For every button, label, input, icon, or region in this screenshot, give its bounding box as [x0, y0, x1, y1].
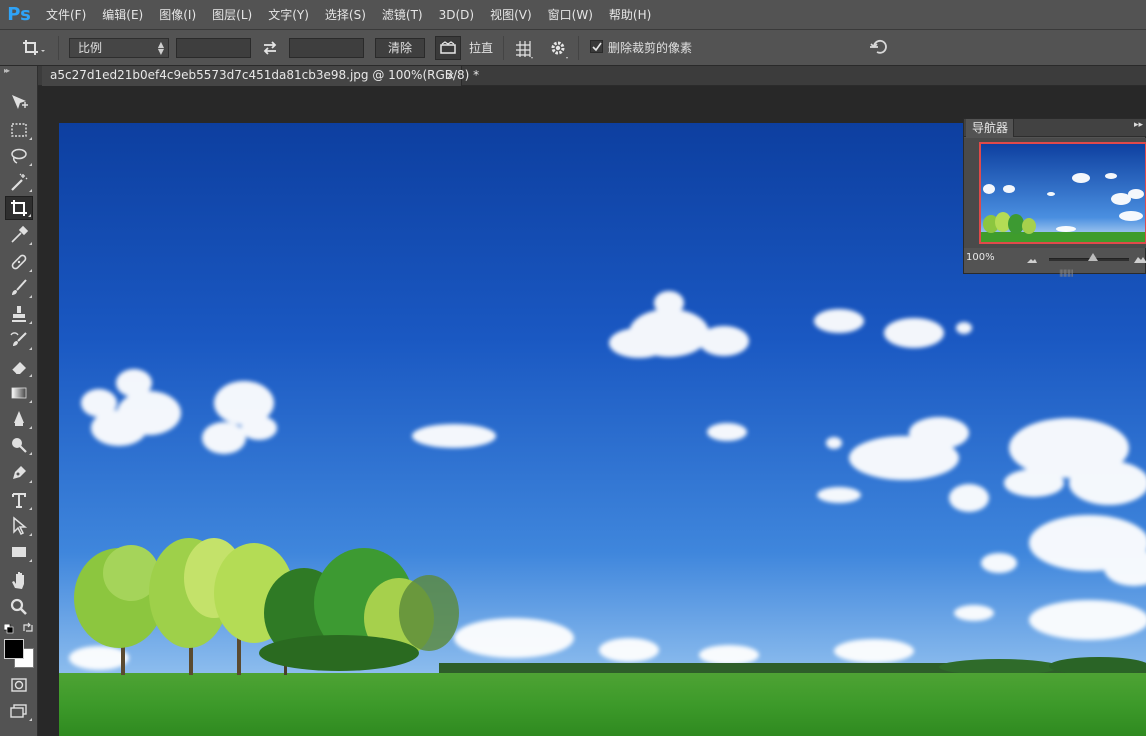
menu-view[interactable]: 视图(V)	[482, 0, 540, 30]
move-tool[interactable]	[5, 91, 33, 115]
magic-wand-tool[interactable]	[5, 170, 33, 194]
straighten-icon[interactable]	[435, 36, 461, 60]
delete-cropped-checkbox[interactable]	[590, 40, 603, 53]
zoom-tool[interactable]	[5, 595, 33, 619]
stamp-icon	[12, 306, 26, 322]
shape-tool[interactable]	[5, 540, 33, 564]
clone-stamp-tool[interactable]	[5, 302, 33, 326]
screen-mode-icon	[10, 704, 27, 718]
marquee-tool[interactable]	[5, 118, 33, 142]
swap-colors-icon[interactable]	[22, 622, 34, 634]
dodge-icon	[12, 438, 27, 453]
path-selection-tool[interactable]	[5, 514, 33, 538]
navigator-footer: 100%	[964, 250, 1146, 268]
lasso-tool[interactable]	[5, 144, 33, 168]
navigator-slider-handle[interactable]	[1088, 253, 1098, 261]
grid-overlay-icon[interactable]	[513, 38, 535, 59]
menu-window[interactable]: 窗口(W)	[540, 0, 601, 30]
rectangle-icon	[12, 547, 26, 557]
menu-edit[interactable]: 编辑(E)	[94, 0, 151, 30]
tool-panel: ▸▸	[0, 66, 38, 736]
menu-filter[interactable]: 滤镜(T)	[374, 0, 431, 30]
default-colors-icon[interactable]	[3, 623, 14, 634]
arrow-select-icon	[13, 516, 28, 536]
eyedropper-tool[interactable]	[5, 223, 33, 247]
navigator-panel: 导航器 ▸▸ 100% ||||||||||	[963, 118, 1146, 277]
zoom-out-mountain-icon[interactable]	[1026, 254, 1038, 264]
brush-tool[interactable]	[5, 276, 33, 300]
lasso-icon	[11, 148, 27, 164]
crop-width-input[interactable]	[176, 38, 251, 58]
type-icon	[12, 493, 26, 508]
preset-select-value: 比例	[78, 41, 103, 55]
pen-icon	[13, 466, 26, 479]
photoshop-logo-icon: Ps	[7, 4, 31, 25]
menu-bar: Ps 文件(F) 编辑(E) 图像(I) 图层(L) 文字(Y) 选择(S) 滤…	[0, 0, 1146, 30]
history-brush-tool[interactable]	[5, 328, 33, 352]
eraser-tool[interactable]	[5, 355, 33, 379]
menu-select[interactable]: 选择(S)	[317, 0, 374, 30]
swap-arrows-icon[interactable]	[260, 38, 280, 58]
type-tool[interactable]	[5, 488, 33, 512]
menu-layer[interactable]: 图层(L)	[204, 0, 260, 30]
delete-cropped-label[interactable]: 删除裁剪的像素	[608, 38, 692, 58]
document-tab-title: a5c27d1ed21b0ef4c9eb5573d7c451da81cb3e98…	[50, 68, 480, 82]
pen-tool[interactable]	[5, 461, 33, 485]
eraser-icon	[11, 362, 26, 375]
document-tab[interactable]: a5c27d1ed21b0ef4c9eb5573d7c451da81cb3e98…	[42, 66, 479, 86]
panel-collapse-icon[interactable]: ▸▸	[4, 66, 10, 75]
quick-mask-button[interactable]	[5, 673, 33, 697]
bandage-icon	[11, 254, 27, 270]
crop-icon	[11, 200, 27, 216]
menu-image[interactable]: 图像(I)	[151, 0, 204, 30]
navigator-header: 导航器 ▸▸	[964, 119, 1146, 137]
hand-icon	[12, 572, 24, 589]
move-icon	[12, 95, 28, 109]
crop-tool[interactable]	[5, 196, 33, 220]
navigator-zoom-value[interactable]: 100%	[966, 252, 995, 263]
gradient-tool[interactable]	[5, 381, 33, 405]
crop-height-input[interactable]	[289, 38, 364, 58]
brush-icon	[12, 279, 27, 295]
foreground-color-swatch[interactable]	[4, 639, 24, 659]
hand-tool[interactable]	[5, 568, 33, 592]
menu-file[interactable]: 文件(F)	[38, 0, 94, 30]
navigator-preview[interactable]	[964, 138, 1146, 248]
straighten-label[interactable]: 拉直	[469, 38, 493, 58]
crop-preset-icon[interactable]	[20, 36, 46, 60]
zoom-in-mountain-icon[interactable]	[1134, 253, 1146, 263]
ratio-preset-select[interactable]: 比例 ▲ ▼	[69, 38, 169, 58]
panel-resize-grip[interactable]: ||||||||||	[1059, 269, 1074, 277]
screen-mode-button[interactable]	[5, 699, 33, 723]
blur-tool[interactable]	[5, 407, 33, 431]
document-tab-bar: a5c27d1ed21b0ef4c9eb5573d7c451da81cb3e98…	[38, 66, 1146, 86]
magic-wand-icon	[11, 173, 28, 191]
navigator-tab[interactable]: 导航器	[966, 119, 1014, 137]
history-brush-icon	[10, 332, 27, 346]
navigator-thumbnail	[981, 144, 1145, 242]
dodge-tool[interactable]	[5, 433, 33, 457]
gear-icon[interactable]	[548, 38, 570, 59]
blur-icon	[14, 411, 24, 426]
rect-marquee-icon	[11, 123, 27, 137]
quick-mask-icon	[11, 678, 27, 692]
healing-brush-tool[interactable]	[5, 250, 33, 274]
reset-icon[interactable]	[868, 38, 890, 58]
zoom-icon	[10, 598, 27, 615]
select-updown-icon: ▲ ▼	[157, 40, 164, 56]
gradient-icon	[11, 387, 27, 399]
menu-help[interactable]: 帮助(H)	[601, 0, 659, 30]
menu-type[interactable]: 文字(Y)	[260, 0, 317, 30]
options-bar: 比例 ▲ ▼ 清除 拉直 删除裁剪的像素	[0, 30, 1146, 66]
clear-button[interactable]: 清除	[375, 38, 425, 58]
menu-3d[interactable]: 3D(D)	[431, 0, 482, 30]
eyedropper-icon	[11, 225, 29, 243]
close-icon[interactable]: ×	[446, 66, 455, 85]
panel-collapse-icon[interactable]: ▸▸	[1134, 120, 1143, 130]
navigator-view-box[interactable]	[979, 142, 1146, 244]
